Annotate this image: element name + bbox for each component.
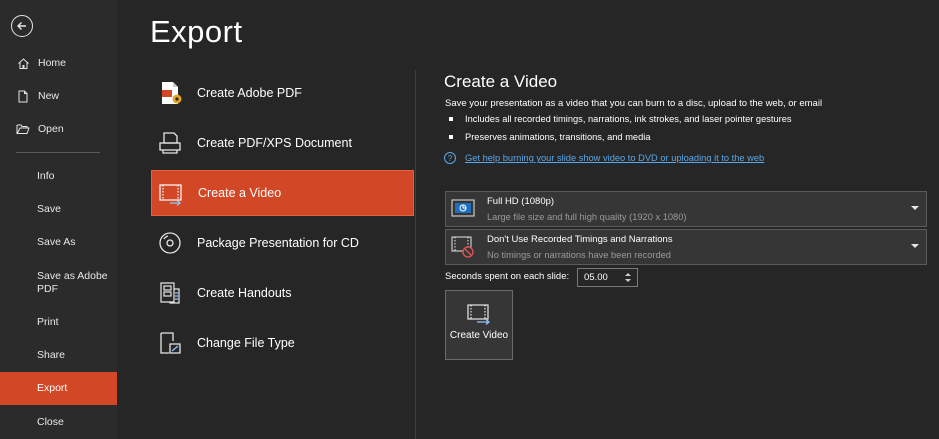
sidebar-item-label: Save As — [37, 235, 76, 248]
handouts-icon — [156, 279, 184, 307]
video-icon — [465, 302, 493, 326]
create-video-button[interactable]: Create Video — [445, 290, 513, 360]
pane-title: Create a Video — [444, 72, 558, 91]
sidebar-item-close[interactable]: Close — [0, 414, 117, 430]
bullet-marker — [449, 135, 453, 139]
seconds-per-slide-label: Seconds spent on each slide: — [445, 271, 570, 282]
pdf-xps-icon — [156, 129, 184, 157]
export-option-package-cd[interactable]: Package Presentation for CD — [151, 220, 414, 266]
sidebar-item-share[interactable]: Share — [0, 347, 117, 363]
sidebar-item-label: New — [38, 89, 60, 102]
export-option-create-pdf-xps[interactable]: Create PDF/XPS Document — [151, 120, 414, 166]
export-option-change-file-type[interactable]: Change File Type — [151, 320, 414, 366]
chevron-down-icon — [911, 206, 919, 210]
adobe-pdf-icon — [156, 79, 184, 107]
seconds-per-slide-input[interactable] — [578, 272, 622, 283]
timings-dropdown[interactable]: Don't Use Recorded Timings and Narration… — [445, 229, 927, 265]
back-arrow-icon[interactable] — [11, 15, 33, 37]
monitor-hd-icon — [449, 196, 477, 222]
bullet-text: Preserves animations, transitions, and m… — [465, 132, 651, 142]
sidebar-item-label: Save as Adobe PDF — [37, 270, 108, 295]
create-video-label: Create Video — [449, 330, 509, 341]
export-option-label: Package Presentation for CD — [197, 236, 359, 250]
sidebar-item-print[interactable]: Print — [0, 314, 117, 330]
export-option-create-adobe-pdf[interactable]: Create Adobe PDF — [151, 70, 414, 116]
sidebar-item-label: Home — [38, 56, 67, 69]
help-link-text[interactable]: Get help burning your slide show video t… — [465, 153, 764, 163]
new-doc-icon — [16, 89, 30, 103]
export-option-label: Change File Type — [197, 336, 295, 350]
video-quality-dropdown[interactable]: Full HD (1080p) Large file size and full… — [445, 191, 927, 227]
bullet-marker — [449, 117, 453, 121]
no-timings-icon — [449, 234, 477, 260]
sidebar-item-info[interactable]: Info — [0, 168, 117, 184]
dropdown-main-text: Don't Use Recorded Timings and Narration… — [487, 233, 673, 245]
sidebar-item-label: Info — [37, 169, 55, 182]
export-option-create-handouts[interactable]: Create Handouts — [151, 270, 414, 316]
sidebar-item-export[interactable]: Export — [0, 372, 117, 405]
export-option-label: Create Handouts — [197, 286, 292, 300]
sidebar-item-save-as[interactable]: Save As — [0, 234, 117, 250]
dropdown-sub-text: No timings or narrations have been recor… — [487, 249, 671, 260]
page-title: Export — [150, 14, 243, 49]
help-icon: ? — [444, 152, 456, 164]
spin-down-icon[interactable] — [625, 279, 631, 282]
sidebar-item-home[interactable]: Home — [0, 55, 117, 71]
export-option-label: Create Adobe PDF — [197, 86, 302, 100]
dropdown-sub-text: Large file size and full high quality (1… — [487, 211, 687, 222]
spin-up-icon[interactable] — [625, 273, 631, 276]
dropdown-main-text: Full HD (1080p) — [487, 195, 555, 207]
feature-bullet: Includes all recorded timings, narration… — [449, 114, 792, 124]
export-option-label: Create PDF/XPS Document — [197, 136, 352, 150]
sidebar-item-label: Export — [37, 382, 68, 394]
sidebar-item-label: Share — [37, 348, 66, 361]
sidebar-item-label: Open — [38, 122, 64, 135]
sidebar-item-new[interactable]: New — [0, 88, 117, 104]
change-file-type-icon — [156, 329, 184, 357]
sidebar-item-save-as-adobe-pdf[interactable]: Save as Adobe PDF — [0, 268, 117, 298]
sidebar-item-label: Print — [37, 315, 59, 328]
sidebar-item-label: Save — [37, 202, 61, 215]
pane-description: Save your presentation as a video that y… — [445, 98, 823, 109]
folder-open-icon — [16, 122, 30, 136]
cd-icon — [156, 229, 184, 257]
feature-bullet: Preserves animations, transitions, and m… — [449, 132, 651, 142]
home-icon — [16, 56, 30, 70]
dropdown-text: Don't Use Recorded Timings and Narration… — [487, 233, 673, 262]
chevron-down-icon — [911, 244, 919, 248]
pane-divider — [415, 70, 416, 439]
export-option-create-video[interactable]: Create a Video — [151, 170, 414, 216]
sidebar-item-label: Close — [37, 415, 64, 428]
dropdown-text: Full HD (1080p) Large file size and full… — [487, 195, 687, 224]
export-option-label: Create a Video — [198, 186, 282, 200]
sidebar-item-save[interactable]: Save — [0, 201, 117, 217]
bullet-text: Includes all recorded timings, narration… — [465, 114, 792, 124]
sidebar-item-open[interactable]: Open — [0, 121, 117, 137]
backstage-sidebar: Home New Open Info Save Save As Save as … — [0, 0, 117, 439]
video-icon — [157, 179, 185, 207]
sidebar-divider — [16, 152, 100, 153]
help-link[interactable]: ? Get help burning your slide show video… — [444, 152, 764, 164]
spin-buttons[interactable] — [622, 273, 634, 282]
seconds-per-slide-stepper[interactable] — [577, 268, 638, 287]
